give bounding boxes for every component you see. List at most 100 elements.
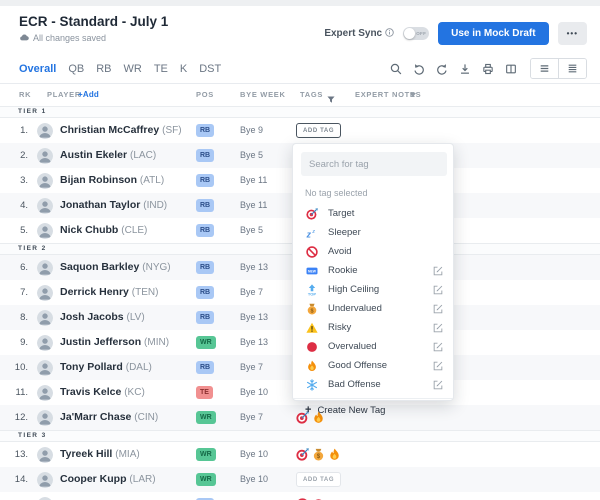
target-icon[interactable] [296,448,309,461]
tags-cell: ADD TAG [296,118,341,143]
page-header: ECR - Standard - July 1 All changes save… [0,6,600,54]
player-name: Saquon Barkley (NYG) [60,255,171,280]
use-in-mock-draft-button[interactable]: Use in Mock Draft [438,22,548,45]
tag-option-avoid[interactable]: Avoid [293,242,453,261]
edit-tag-icon[interactable] [433,380,443,390]
save-status-text: All changes saved [33,33,106,43]
player-name: Travis Kelce (KC) [60,380,145,405]
target-icon [305,208,318,220]
edit-tag-icon[interactable] [433,342,443,352]
tab-qb[interactable]: QB [68,63,84,75]
player-name: Austin Ekeler (LAC) [60,143,156,168]
player-row[interactable]: 13.Tyreek Hill (MIA)WRBye 10$ [0,442,600,467]
player-rank: 5. [0,218,28,243]
player-name: Ja'Marr Chase (CIN) [60,405,158,430]
player-avatar [37,260,53,276]
tag-option-undervalued[interactable]: $Undervalued [293,299,453,318]
player-team: (CIN) [134,412,158,423]
redo-icon[interactable] [436,63,448,75]
info-icon[interactable] [385,28,394,40]
bye-week: Bye 10 [240,467,268,492]
position-badge: RB [196,149,214,162]
player-team: (LAR) [129,474,155,485]
undervalued-icon: $ [305,303,318,315]
edit-tag-icon[interactable] [433,285,443,295]
edit-tag-icon[interactable] [433,304,443,314]
tag-option-rookie[interactable]: NEWRookie [293,261,453,280]
create-new-tag-button[interactable]: + Create New Tag [293,398,453,421]
compact-view-icon[interactable] [558,59,586,78]
overvalued-icon [305,341,318,353]
header-actions: Expert Sync OFF Use in Mock Draft ••• [324,22,587,45]
tag-search-input[interactable] [301,152,447,176]
tag-option-risky[interactable]: Risky [293,318,453,337]
undo-icon[interactable] [413,63,425,75]
print-icon[interactable] [482,63,494,75]
bye-week: Bye 10 [240,380,268,405]
player-team: (NYG) [142,262,170,273]
download-icon[interactable] [459,63,471,75]
add-tag-button[interactable]: ADD TAG [296,472,341,487]
good-offense-icon [305,360,318,372]
position-badge: WR [196,473,216,486]
player-rank: 10. [0,355,28,380]
tab-rb[interactable]: RB [96,63,111,75]
tag-option-target[interactable]: Target [293,204,453,223]
expert-sync-toggle[interactable]: OFF [403,27,429,40]
tag-option-overvalued[interactable]: Overvalued [293,337,453,356]
tab-overall[interactable]: Overall [19,63,56,75]
player-rank: 3. [0,168,28,193]
columns-icon[interactable] [505,63,517,75]
player-rank: 9. [0,330,28,355]
position-badge: RB [196,361,214,374]
undervalued-icon[interactable]: $ [312,448,325,461]
bye-week: Bye 7 [240,280,263,305]
tab-dst[interactable]: DST [199,63,221,75]
good-offense-icon[interactable] [328,448,341,461]
add-tag-button[interactable]: ADD TAG [296,123,341,138]
tab-te[interactable]: TE [154,63,168,75]
column-tags: TAGS [300,84,323,106]
tab-k[interactable]: K [180,63,187,75]
position-badge: WR [196,411,216,424]
player-team: (ATL) [140,175,164,186]
bye-week: Bye 11 [240,193,267,218]
player-row[interactable]: 1.Christian McCaffrey (SF)RBBye 9ADD TAG [0,118,600,143]
search-icon[interactable] [390,63,402,75]
player-rank: 6. [0,255,28,280]
tag-option-good-offense[interactable]: Good Offense [293,356,453,375]
save-status: All changes saved [19,33,168,43]
bye-week: Bye 13 [240,330,268,355]
position-tabs: Overall QB RB WR TE K DST [19,63,221,75]
edit-tag-icon[interactable] [433,361,443,371]
player-row[interactable]: 14.Cooper Kupp (LAR)WRBye 10ADD TAG [0,467,600,492]
position-badge: RB [196,261,214,274]
svg-text:z: z [306,229,312,239]
tier-header: TIER 3 [0,430,600,442]
edit-tag-icon[interactable] [433,323,443,333]
position-badge: RB [196,124,214,137]
expert-sync-text: Expert Sync [324,28,382,39]
position-badge: RB [196,311,214,324]
expert-notes-caret-icon[interactable] [410,93,416,97]
column-rk: RK [19,84,31,106]
bye-week: Bye 11 [240,168,267,193]
more-options-button[interactable]: ••• [558,22,587,45]
player-avatar [37,385,53,401]
bye-week: Bye 9 [240,118,263,143]
tags-filter-icon[interactable] [327,91,335,113]
table-header: RK PLAYER +Add POS BYE WEEK TAGS EXPERT … [0,84,600,106]
player-avatar [37,198,53,214]
tag-option-label: Bad Offense [328,379,433,390]
tag-option-sleeper[interactable]: zzSleeper [293,223,453,242]
add-player-link[interactable]: +Add [78,84,99,106]
player-avatar [37,285,53,301]
player-row[interactable]: 15.RB [0,492,600,500]
edit-tag-icon[interactable] [433,266,443,276]
player-rank: 8. [0,305,28,330]
player-rank: 12. [0,405,28,430]
comfortable-view-icon[interactable] [531,59,558,78]
tag-option-bad-offense[interactable]: Bad Offense [293,375,453,394]
tag-option-high-ceiling[interactable]: TOPHigh Ceiling [293,280,453,299]
tab-wr[interactable]: WR [124,63,142,75]
